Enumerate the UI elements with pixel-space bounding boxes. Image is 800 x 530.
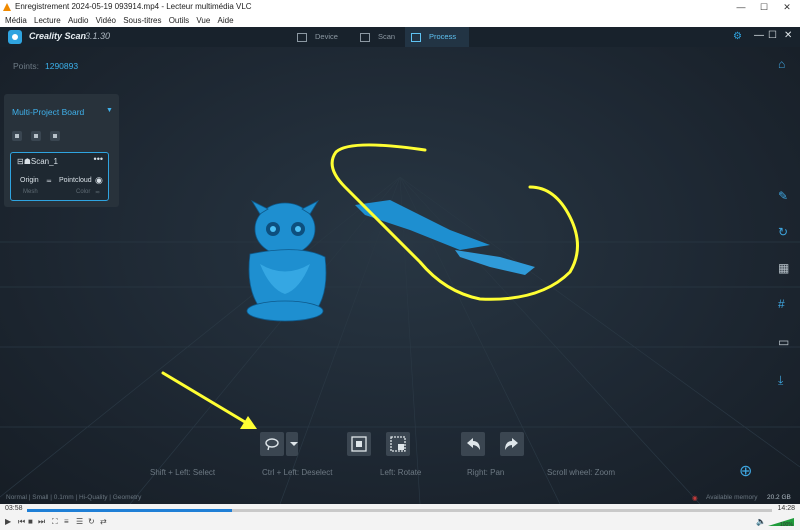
redo-button[interactable] — [500, 432, 524, 456]
volume-speaker-icon[interactable]: 🔈 — [756, 517, 766, 526]
time-elapsed: 03:58 — [5, 505, 23, 512]
home-view-icon[interactable]: ⌂ — [778, 57, 785, 71]
lasso-icon — [265, 438, 279, 451]
hint-rotate: Left: Rotate — [380, 468, 422, 477]
menu-audio[interactable]: Audio — [68, 16, 88, 25]
window-title: Enregistrement 2024-05-19 093914.mp4 - L… — [15, 2, 252, 11]
loop-icon[interactable]: ↻ — [88, 517, 95, 526]
invert-selection-button[interactable] — [347, 432, 371, 456]
memory-icon: ◉ — [692, 495, 698, 502]
extended-settings-icon[interactable]: ≡ — [64, 517, 69, 526]
minimize-button[interactable]: — — [730, 0, 752, 14]
maximize-button[interactable]: ☐ — [753, 0, 775, 14]
edit-tool-icon[interactable]: ✎ — [778, 189, 788, 203]
memory-label: Available memory — [706, 494, 758, 501]
redo-icon — [505, 438, 518, 450]
image-tool-icon[interactable]: ▭ — [778, 335, 789, 349]
undo-icon — [467, 438, 480, 450]
undo-button[interactable] — [461, 432, 485, 456]
shuffle-icon[interactable]: ⇄ — [100, 517, 107, 526]
rotate-tool-icon[interactable]: ↻ — [778, 225, 788, 239]
lasso-select-button[interactable] — [260, 432, 284, 456]
hint-select: Shift + Left: Select — [150, 468, 216, 477]
fullscreen-icon[interactable]: ⛶ — [52, 517, 58, 527]
hint-zoom: Scroll wheel: Zoom — [547, 468, 616, 477]
next-icon[interactable]: ⏭ — [38, 517, 45, 527]
memory-value: 20.2 GB — [767, 494, 791, 501]
seek-progress — [27, 509, 232, 512]
vlc-controls: 03:58 14:28 ▶ ⏮ ■ ⏭ ⛶ ≡ ☰ ↻ ⇄ 🔈 100% — [0, 504, 800, 530]
play-icon[interactable]: ▶ — [5, 517, 11, 526]
menu-video[interactable]: Vidéo — [96, 16, 116, 25]
scan-settings-summary: Normal | Small | 0.1mm | Hi-Quality | Ge… — [6, 494, 142, 501]
chevron-down-icon — [290, 442, 298, 446]
seek-bar[interactable] — [27, 509, 772, 512]
vlc-menu-bar: Média Lecture Audio Vidéo Sous-titres Ou… — [0, 14, 800, 27]
menu-lecture[interactable]: Lecture — [34, 16, 61, 25]
volume-level: 100% — [780, 522, 793, 528]
vlc-title-bar: Enregistrement 2024-05-19 093914.mp4 - L… — [0, 0, 800, 14]
delete-selection-button[interactable] — [386, 432, 410, 456]
creality-scan-window: Creality Scan 3.1.30 Device Scan Process… — [0, 27, 800, 504]
delete-selection-icon — [390, 436, 406, 452]
texture-tool-icon[interactable]: ▦ — [778, 261, 789, 275]
menu-view[interactable]: Vue — [196, 16, 210, 25]
mesh-tool-icon[interactable]: # — [778, 297, 785, 311]
select-mode-dropdown[interactable] — [286, 432, 298, 456]
hint-deselect: Ctrl + Left: Deselect — [262, 468, 333, 477]
time-total: 14:28 — [777, 505, 795, 512]
close-button[interactable]: ✕ — [776, 0, 798, 14]
menu-media[interactable]: Média — [5, 16, 27, 25]
stop-icon[interactable]: ■ — [28, 517, 33, 526]
menu-subtitles[interactable]: Sous-titres — [123, 16, 161, 25]
hint-pan: Right: Pan — [467, 468, 505, 477]
vlc-cone-icon — [3, 3, 11, 11]
menu-help[interactable]: Aide — [218, 16, 234, 25]
previous-icon[interactable]: ⏮ — [18, 517, 25, 527]
export-download-icon[interactable]: ⤓ — [778, 373, 783, 388]
status-bar: Normal | Small | 0.1mm | Hi-Quality | Ge… — [0, 494, 800, 504]
playlist-icon[interactable]: ☰ — [76, 517, 83, 526]
menu-tools[interactable]: Outils — [169, 16, 189, 25]
reset-view-target-icon[interactable]: ⊕ — [739, 461, 752, 481]
invert-selection-icon — [351, 436, 367, 452]
